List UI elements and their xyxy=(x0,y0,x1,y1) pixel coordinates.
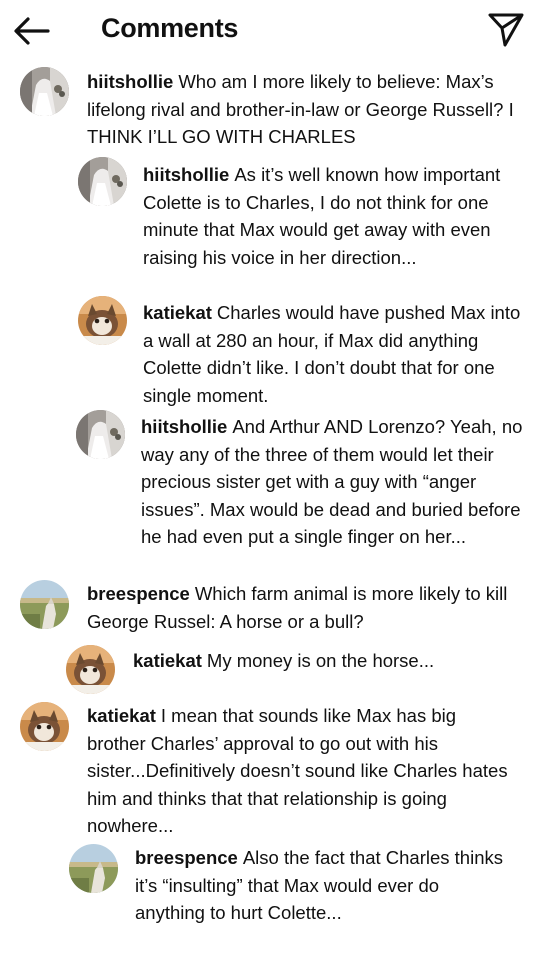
comment-item: hiitshollie And Arthur AND Lorenzo? Yeah,… xyxy=(76,410,530,578)
avatar[interactable] xyxy=(66,645,115,694)
comment-username[interactable]: katiekat xyxy=(143,302,212,323)
comment-username[interactable]: katiekat xyxy=(133,650,202,671)
comment-username[interactable]: hiitshollie xyxy=(141,416,227,437)
comment-body: breespence Also the fact that Charles thi… xyxy=(135,844,510,927)
comment-username[interactable]: katiekat xyxy=(87,705,156,726)
avatar[interactable] xyxy=(78,296,127,345)
paper-plane-icon xyxy=(488,13,524,47)
page-title: Comments xyxy=(101,13,239,43)
avatar[interactable] xyxy=(20,702,69,751)
comment-text: My money is on the horse... xyxy=(206,650,435,671)
comment-body: hiitshollie As it’s well known how import… xyxy=(143,161,525,271)
comment-item: katiekat My money is on the horse... xyxy=(66,645,530,697)
comment-item: katiekat I mean that sounds like Max has … xyxy=(20,702,530,842)
avatar[interactable] xyxy=(78,157,127,206)
comment-username[interactable]: hiitshollie xyxy=(143,164,229,185)
comment-body: hiitshollie And Arthur AND Lorenzo? Yeah,… xyxy=(141,413,526,551)
bride-photo-avatar xyxy=(78,157,127,206)
bride-photo-avatar xyxy=(20,67,69,116)
horse-photo-avatar xyxy=(20,580,69,629)
avatar[interactable] xyxy=(69,844,118,893)
back-button[interactable] xyxy=(10,12,52,50)
cat-photo-avatar xyxy=(20,702,69,751)
comment-username[interactable]: breespence xyxy=(87,583,190,604)
comment-body: breespence Which farm animal is more like… xyxy=(87,580,517,635)
bride-photo-avatar xyxy=(76,410,125,459)
cat-photo-avatar xyxy=(78,296,127,345)
comment-body: katiekat I mean that sounds like Max has … xyxy=(87,702,512,840)
comment-item: breespence Which farm animal is more like… xyxy=(20,580,530,640)
avatar[interactable] xyxy=(20,67,69,116)
comment-item: breespence Also the fact that Charles thi… xyxy=(69,843,530,933)
comment-username[interactable]: breespence xyxy=(135,847,238,868)
comment-item: katiekat Charles would have pushed Max in… xyxy=(78,296,530,408)
share-button[interactable] xyxy=(484,10,528,50)
comment-item: hiitshollie Who am I more likely to belie… xyxy=(20,66,530,156)
avatar[interactable] xyxy=(20,580,69,629)
comment-username[interactable]: hiitshollie xyxy=(87,71,173,92)
cat-photo-avatar xyxy=(66,645,115,694)
comment-body: hiitshollie Who am I more likely to belie… xyxy=(87,68,517,151)
horse-photo-avatar xyxy=(69,844,118,893)
comments-header: Comments xyxy=(0,0,540,62)
comment-item: hiitshollie As it’s well known how import… xyxy=(78,157,530,297)
comment-body: katiekat Charles would have pushed Max in… xyxy=(143,299,525,409)
comment-body: katiekat My money is on the horse... xyxy=(133,647,528,675)
avatar[interactable] xyxy=(76,410,125,459)
arrow-left-icon xyxy=(14,17,50,45)
